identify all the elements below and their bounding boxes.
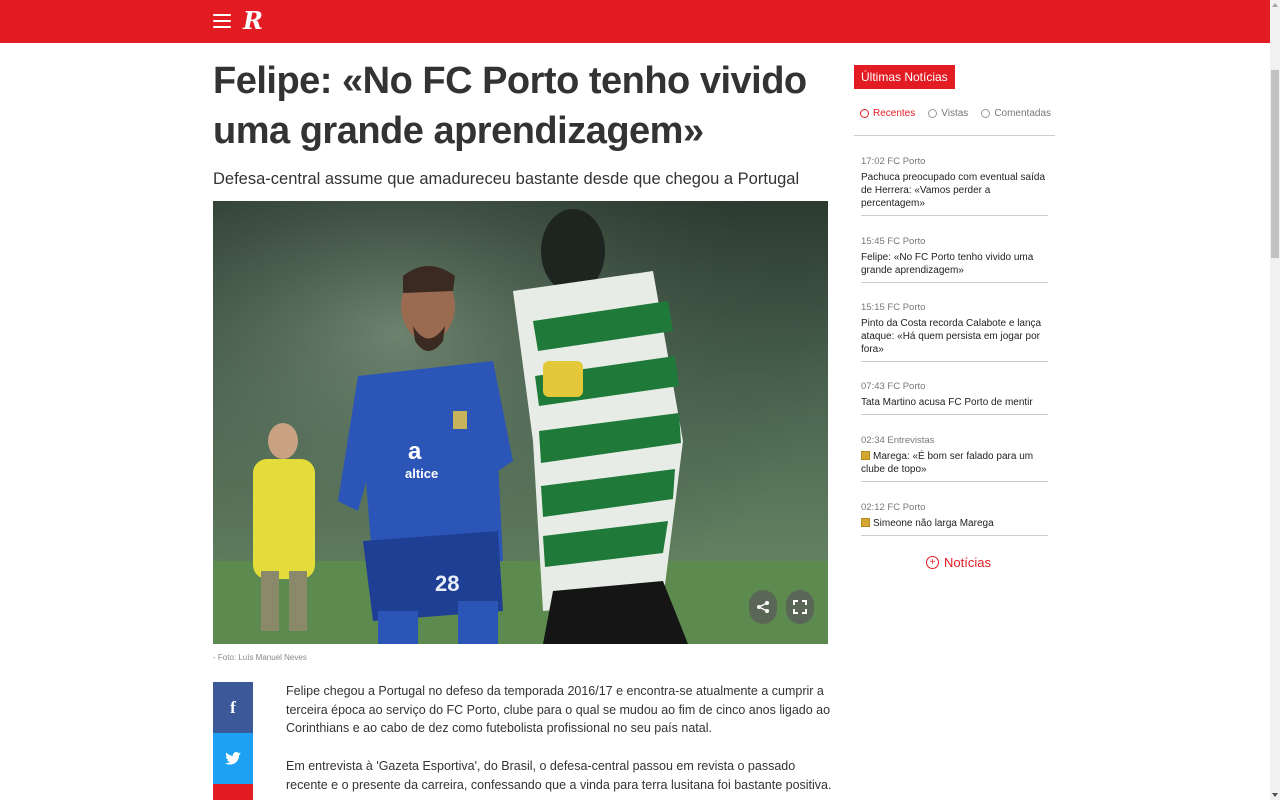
tabs-divider — [854, 135, 1055, 136]
latest-news-sidebar: Últimas Notícias Recentes Vistas Comenta… — [854, 65, 1055, 570]
news-title: Simeone não larga Marega — [861, 517, 1048, 530]
divider — [861, 535, 1048, 536]
latest-news-title: Últimas Notícias — [854, 65, 955, 89]
share-button[interactable] — [749, 590, 777, 624]
facebook-icon: f — [230, 697, 236, 717]
divider — [861, 361, 1048, 362]
svg-text:altice: altice — [405, 466, 438, 481]
share-icon — [757, 601, 769, 613]
plus-circle-icon: + — [926, 556, 939, 569]
svg-text:a: a — [408, 438, 422, 465]
fullscreen-icon — [793, 600, 807, 614]
twitter-icon — [225, 752, 241, 765]
more-share-button[interactable] — [213, 784, 253, 800]
tab-comentadas[interactable]: Comentadas — [981, 108, 1051, 119]
svg-text:28: 28 — [435, 571, 459, 596]
article-title: Felipe: «No FC Porto tenho vivido uma gr… — [213, 60, 807, 152]
news-title: Marega: «É bom ser falado para um clube … — [861, 451, 1034, 475]
news-item[interactable]: 02:34 Entrevistas Marega: «É bom ser fal… — [861, 435, 1048, 482]
tab-vistas[interactable]: Vistas — [928, 108, 968, 119]
comment-icon — [981, 109, 991, 118]
news-item[interactable]: 02:12 FC Porto Simeone não larga Marega — [861, 502, 1048, 536]
news-meta: 02:34 Entrevistas — [861, 435, 935, 446]
news-title: Felipe: «No FC Porto tenho vivido uma gr… — [861, 252, 1034, 276]
eye-icon — [928, 109, 938, 118]
more-news-link[interactable]: + Notícias — [926, 555, 991, 570]
news-meta: 17:02 FC Porto — [861, 156, 926, 167]
news-meta: 15:45 FC Porto — [861, 236, 926, 247]
scrollbar-thumb[interactable] — [1271, 70, 1279, 258]
scroll-up-arrow-icon[interactable] — [1272, 3, 1278, 7]
news-title: Tata Martino acusa FC Porto de mentir — [861, 397, 1033, 408]
divider — [861, 414, 1048, 415]
news-meta: 15:15 FC Porto — [861, 302, 926, 313]
photo-caption: - Foto: Luís Manuel Neves — [213, 653, 307, 662]
news-meta: 02:12 FC Porto — [861, 502, 926, 513]
article-photo[interactable]: a altice 28 — [213, 201, 828, 644]
more-news-label: Notícias — [944, 555, 991, 570]
facebook-share-button[interactable]: f — [213, 682, 253, 733]
news-item[interactable]: 15:45 FC Porto Felipe: «No FC Porto tenh… — [861, 236, 1048, 283]
news-item[interactable]: 15:15 FC Porto Pinto da Costa recorda Ca… — [861, 302, 1048, 362]
menu-icon[interactable] — [213, 14, 231, 28]
news-title: Pinto da Costa recorda Calabote e lança … — [861, 318, 1042, 355]
top-navbar: R — [0, 0, 1270, 43]
news-title: Pachuca preocupado com eventual saída de… — [861, 172, 1046, 209]
divider — [861, 481, 1048, 482]
tab-label: Vistas — [941, 108, 969, 119]
football-photo-illustration: a altice 28 — [213, 201, 828, 644]
photo-gallery-icon — [861, 451, 870, 460]
plus-circle-icon — [860, 109, 869, 118]
page-scrollbar[interactable] — [1270, 0, 1280, 800]
scroll-down-arrow-icon[interactable] — [1272, 793, 1278, 797]
site-logo[interactable]: R — [243, 6, 263, 35]
article-paragraph: Em entrevista à 'Gazeta Esportiva', do B… — [286, 759, 832, 792]
twitter-share-button[interactable] — [213, 733, 253, 784]
divider — [861, 215, 1048, 216]
news-item[interactable]: 17:02 FC Porto Pachuca preocupado com ev… — [861, 156, 1048, 216]
tab-label: Recentes — [873, 108, 916, 119]
divider — [861, 282, 1048, 283]
article-subtitle: Defesa-central assume que amadureceu bas… — [213, 170, 800, 188]
tab-recentes[interactable]: Recentes — [860, 108, 915, 119]
photo-gallery-icon — [861, 518, 870, 527]
news-tabs: Recentes Vistas Comentadas — [860, 108, 1064, 119]
news-item[interactable]: 07:43 FC Porto Tata Martino acusa FC Por… — [861, 381, 1048, 415]
article-paragraph: Felipe chegou a Portugal no defeso da te… — [286, 684, 831, 735]
news-meta: 07:43 FC Porto — [861, 381, 926, 392]
fullscreen-button[interactable] — [786, 590, 814, 624]
tab-label: Comentadas — [994, 108, 1052, 119]
